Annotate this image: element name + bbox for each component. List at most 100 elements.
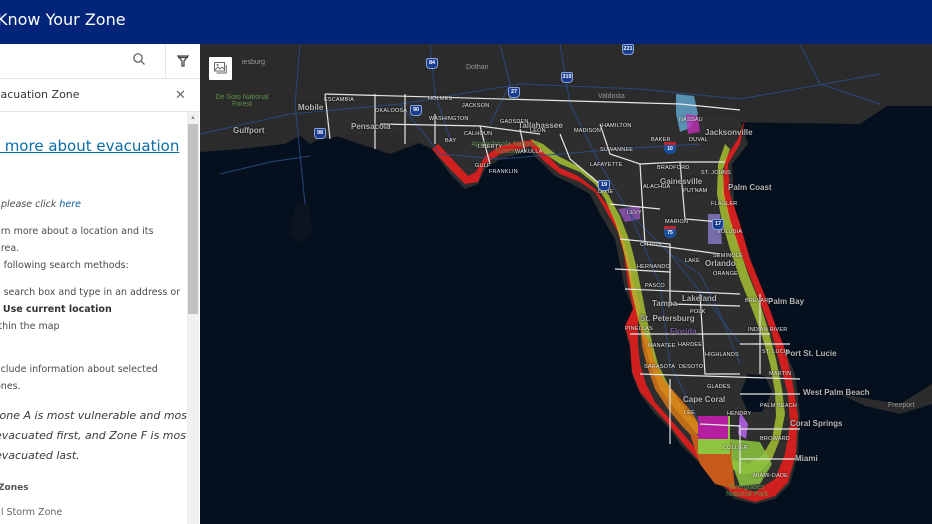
city-label: Dothan: [466, 64, 489, 71]
county-label: FRANKLIN: [489, 169, 518, 175]
county-label: SARASOTA: [644, 364, 676, 370]
click-text: please click: [1, 199, 60, 210]
county-label: MADISON: [574, 128, 602, 134]
county-label: MARTIN: [769, 371, 792, 377]
county-label: BRADFORD: [657, 165, 690, 171]
county-label: LIBERTY: [478, 144, 503, 150]
panel-scrollbar[interactable]: ▲: [187, 112, 199, 524]
panel-line: zones.: [0, 381, 21, 392]
filter-icon: [177, 55, 189, 67]
search-bar: [0, 44, 199, 79]
county-label: MARION: [665, 219, 689, 225]
county-label: CITRUS: [640, 242, 662, 248]
search-button[interactable]: [132, 52, 154, 72]
county-label: ALACHUA: [643, 184, 671, 190]
route-shield: 84: [426, 58, 438, 69]
zone-note-line: evacuated last.: [0, 449, 80, 462]
city-label: Mobile: [298, 103, 324, 112]
app-title: Know Your Zone: [0, 10, 126, 29]
panel-line: include information about selected: [0, 364, 158, 375]
basemap-gallery-button[interactable]: [209, 57, 232, 80]
route-shield: 319: [561, 72, 573, 83]
city-label: Palm Coast: [728, 183, 772, 192]
county-label: HARDEE: [678, 342, 703, 348]
close-layer-button[interactable]: ✕: [175, 87, 186, 103]
city-label: Coral Springs: [790, 419, 843, 428]
city-label: Cape Coral: [683, 395, 726, 404]
county-label: WAKULLA: [515, 149, 543, 155]
county-label: SEMINOLE: [713, 253, 744, 259]
county-label: HENDRY: [727, 411, 752, 417]
info-panel: Learn more about evacuation please click…: [0, 112, 187, 524]
county-label: LAKE: [685, 258, 700, 264]
sidebar: Evacuation Zone ✕ Learn more about evacu…: [0, 44, 199, 524]
city-label: Lakeland: [682, 294, 717, 303]
county-label: ORANGE: [713, 271, 739, 277]
county-label: BAY: [445, 138, 457, 144]
city-label: St. Petersburg: [640, 314, 695, 323]
scroll-up-button[interactable]: ▲: [187, 112, 199, 124]
state-label: Florida: [670, 327, 697, 336]
county-label: INDIAN RIVER: [748, 327, 788, 333]
panel-line: the following search methods:: [0, 260, 129, 271]
county-label: HERNANDO: [637, 264, 671, 270]
county-label: PALM BEACH: [760, 403, 798, 409]
search-icon: [133, 53, 145, 65]
layer-title: Evacuation Zone: [0, 88, 80, 101]
route-shield: 27: [508, 87, 520, 98]
app-header: Know Your Zone: [0, 0, 932, 44]
county-label: LEON: [530, 128, 546, 134]
city-label: Port St. Lucie: [785, 349, 837, 358]
city-label: Freeport: [888, 402, 915, 409]
county-label: COLLIER: [723, 445, 748, 451]
scroll-thumb[interactable]: [188, 124, 198, 314]
county-label: PINELLAS: [625, 326, 653, 332]
city-label: Palm Bay: [768, 297, 805, 306]
filter-button[interactable]: [165, 44, 199, 79]
interstate-shield: 10: [664, 142, 676, 154]
click-here-text: please click here: [0, 199, 81, 210]
interstate-shield: 75: [664, 226, 676, 238]
county-label: GADSDEN: [500, 119, 529, 125]
county-label: PASCO: [645, 283, 665, 289]
panel-line: area.: [0, 243, 20, 254]
county-label: LAFAYETTE: [590, 162, 623, 168]
layer-header: Evacuation Zone ✕: [0, 79, 199, 112]
panel-line: within the map: [0, 321, 60, 332]
park-label: Everglades National Park: [725, 484, 769, 498]
city-label: Valdosta: [598, 93, 625, 100]
close-icon: ✕: [175, 87, 186, 102]
zones-label: Zones: [0, 483, 29, 493]
storm-zone-label[interactable]: al Storm Zone: [0, 507, 62, 518]
county-label: LEVY: [627, 210, 642, 216]
evacuation-info-link[interactable]: Learn more about evacuation: [0, 137, 179, 155]
county-label: DESOTO: [679, 364, 704, 370]
county-label: ST. JOHNS: [701, 170, 731, 176]
county-label: FLAGLER: [711, 201, 738, 207]
county-label: LEE: [684, 410, 695, 416]
zone-note-line: Zone A is most vulnerable and most: [0, 409, 187, 422]
panel-line: Learn more about a location and its: [0, 226, 154, 237]
here-link[interactable]: here: [59, 199, 81, 210]
county-label: CALHOUN: [464, 131, 493, 137]
city-label: Gulfport: [233, 126, 265, 135]
route-shield: 17: [712, 219, 724, 230]
city-label: Pensacola: [351, 122, 391, 131]
county-label: DUVAL: [689, 137, 708, 143]
county-label: MANATEE: [648, 343, 676, 349]
county-label: OKALOOSA: [375, 108, 408, 114]
county-label: NASSAU: [679, 117, 703, 123]
panel-line: the search box and type in an address or: [0, 287, 181, 298]
city-label: Orlando: [705, 259, 736, 268]
use-current-location-text: Use current location: [2, 304, 112, 315]
county-label: WASHINGTON: [429, 116, 469, 122]
panel-line: e Use current location: [0, 304, 112, 315]
county-label: GLADES: [707, 384, 731, 390]
route-shield: 19: [598, 180, 610, 191]
route-shield: 221: [622, 44, 634, 55]
map-view[interactable]: iesburg Mobile Gulfport Dothan Valdosta …: [200, 44, 932, 524]
route-shield: 90: [410, 105, 422, 116]
county-label: BREVARD: [745, 298, 773, 304]
county-label: ST. LUCIE: [762, 349, 790, 355]
city-label: Tampa: [652, 299, 678, 308]
